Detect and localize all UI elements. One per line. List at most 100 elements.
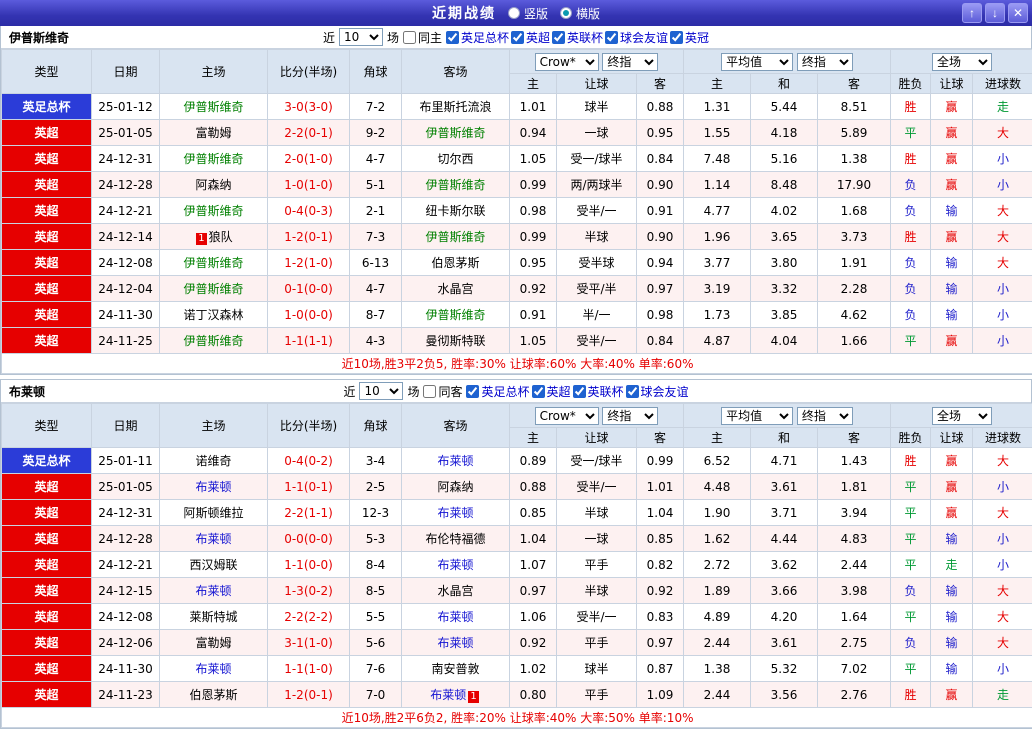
home-odds-cell: 1.04 [509,525,557,552]
scroll-down-button[interactable]: ↓ [985,3,1005,23]
avg-time-select[interactable]: 终指 [796,52,853,71]
match-row: 英超 24-12-28 布莱顿 0-0(0-0) 5-3 布伦特福德 1.04 一球 0.85 1… [1,525,1032,552]
match-row: 英超 24-12-21 伊普斯维奇 0-4(0-3) 2-1 纽卡斯尔联 0.98 受半/一 0… [1,197,1032,224]
odds-time-select[interactable]: 终指 [602,406,659,425]
average-select[interactable]: 平均值 [721,52,794,71]
league-label: 英联杯 [567,30,604,45]
league-filter[interactable]: 球会友谊 [605,29,668,46]
avg-home-cell: 3.19 [683,275,752,302]
same-venue-checkbox[interactable] [423,384,437,398]
away-odds-cell: 0.94 [635,249,685,276]
avg-away-cell: 2.76 [817,681,892,708]
league-checkbox[interactable] [572,384,586,398]
goals-result-cell: 大 [972,447,1032,474]
bookmaker-select[interactable]: Crow* [534,52,599,71]
match-count-select[interactable]: 10 [359,382,404,400]
league-checkbox[interactable] [552,30,566,44]
league-filter[interactable]: 英足总杯 [445,29,509,46]
odds-time-select[interactable]: 终指 [602,52,659,71]
col-header-home: 主场 [159,49,268,94]
match-row: 英足总杯 25-01-11 诺维奇 0-4(0-2) 3-4 布莱顿 0.89 受一/球半 0.… [1,447,1032,474]
league-checkbox[interactable] [625,384,639,398]
away-team-name: 布莱顿 [437,558,474,572]
league-type-cell: 英超 [1,119,92,146]
result-cell: 负 [890,577,932,604]
score-cell: 1-1(1-0) [267,655,350,682]
handicap-result-cell: 赢 [930,145,974,172]
league-checkbox[interactable] [531,384,545,398]
home-odds-cell: 0.91 [509,301,557,328]
col-header-score: 比分(半场) [267,403,350,448]
average-select[interactable]: 平均值 [721,406,794,425]
result-cell: 负 [890,197,932,224]
league-label: 球会友谊 [620,30,669,45]
home-odds-cell: 1.02 [509,655,557,682]
goals-result-cell: 小 [972,171,1032,198]
league-filter[interactable]: 英联杯 [552,29,603,46]
away-team-name: 切尔西 [437,152,474,166]
same-venue-filter[interactable]: 同主 [402,29,442,46]
col-header-handicap: 让球 [556,427,637,448]
scroll-up-button[interactable]: ↑ [962,3,982,23]
section-header: 伊普斯维奇 近 10 场 同主 英足总杯 英超 英联杯 球会友谊 英冠 [1,26,1031,49]
match-date: 24-12-28 [91,171,160,198]
avg-away-cell: 8.51 [817,93,892,120]
home-team-name: 布莱顿 [195,584,232,598]
league-filter[interactable]: 英超 [531,383,571,400]
away-team-cell: 布莱顿 [401,603,510,630]
layout-radio-horizontal[interactable]: 横版 [560,5,600,22]
col-header-avg-draw: 和 [750,427,819,448]
handicap-result-cell: 输 [930,603,974,630]
home-team-name: 布莱顿 [195,532,232,546]
handicap-cell: 受半/一 [556,197,637,224]
scope-select[interactable]: 全场 [932,52,993,71]
away-odds-cell: 0.82 [635,551,685,578]
league-checkbox[interactable] [605,30,619,44]
down-arrow-icon: ↓ [992,6,998,20]
title-bar: 近期战绩 竖版 横版 ↑ ↓ ✕ [0,0,1032,26]
league-filter[interactable]: 英足总杯 [466,383,530,400]
corner-cell: 12-3 [349,499,402,526]
avg-time-select[interactable]: 终指 [796,406,853,425]
col-header-odds-home: 主 [509,427,557,448]
avg-home-cell: 1.89 [683,577,752,604]
home-odds-cell: 0.94 [509,119,557,146]
away-team-name: 水晶宫 [437,282,474,296]
league-type-cell: 英超 [1,197,92,224]
away-odds-cell: 1.01 [635,473,685,500]
league-filter[interactable]: 球会友谊 [625,383,689,400]
away-team-cell: 曼彻斯特联 [401,327,510,354]
match-row: 英超 25-01-05 布莱顿 1-1(0-1) 2-5 阿森纳 0.88 受半/一 1.01 4… [1,473,1032,500]
avg-away-cell: 1.68 [817,197,892,224]
league-checkbox[interactable] [511,30,524,44]
layout-radio-vertical[interactable]: 竖版 [507,5,548,22]
scope-select[interactable]: 全场 [932,406,993,425]
avg-draw-cell: 4.02 [750,197,819,224]
handicap-result-cell: 赢 [930,327,974,354]
home-odds-cell: 0.99 [509,171,557,198]
away-team-cell: 伊普斯维奇 [401,223,510,250]
league-filter[interactable]: 英联杯 [572,383,624,400]
result-cell: 平 [890,499,932,526]
league-checkbox[interactable] [670,30,684,44]
score-cell: 2-0(1-0) [267,145,350,172]
red-card-badge: 1 [468,691,479,703]
league-filter[interactable]: 英冠 [670,29,709,46]
league-type-cell: 英超 [1,327,92,354]
league-checkbox[interactable] [445,30,459,44]
bookmaker-select[interactable]: Crow* [534,406,599,425]
league-checkbox[interactable] [466,384,480,398]
match-count-select[interactable]: 10 [338,28,383,46]
close-button[interactable]: ✕ [1008,3,1028,23]
odds-selects-cell: Crow* 终指 [508,403,685,428]
col-header-home: 主场 [159,403,268,448]
avg-away-cell: 1.38 [817,145,892,172]
games-label: 场 [386,30,399,45]
same-venue-filter[interactable]: 同客 [423,383,462,400]
away-odds-cell: 0.92 [635,577,685,604]
match-date: 24-12-14 [91,223,160,250]
same-venue-checkbox[interactable] [402,30,416,44]
league-filter[interactable]: 英超 [511,29,550,46]
radio-selected-icon [560,7,572,19]
handicap-cell: 半球 [556,577,637,604]
